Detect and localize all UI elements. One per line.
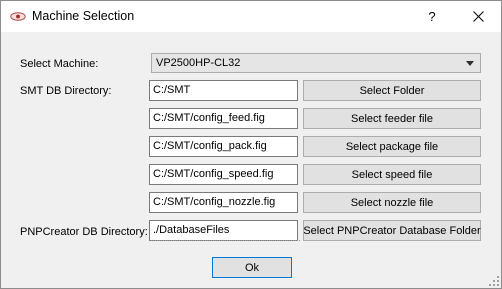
select-speed-file-button[interactable]: Select speed file xyxy=(303,164,481,185)
machine-selection-dialog: Machine Selection ? Select Machine: VP25… xyxy=(0,0,502,289)
feeder-file-field[interactable]: C:/SMT/config_feed.fig xyxy=(149,108,298,129)
pnpcreator-db-path: ./DatabaseFiles xyxy=(153,224,230,236)
pnpcreator-db-field[interactable]: ./DatabaseFiles xyxy=(149,220,298,241)
machine-select-value: VP2500HP-CL32 xyxy=(156,57,241,69)
select-folder-button[interactable]: Select Folder xyxy=(303,80,481,101)
smt-folder-field[interactable]: C:/SMT xyxy=(149,80,298,101)
feeder-file-path: C:/SMT/config_feed.fig xyxy=(153,112,265,124)
nozzle-file-path: C:/SMT/config_nozzle.fig xyxy=(153,196,276,208)
select-feeder-file-button[interactable]: Select feeder file xyxy=(303,108,481,129)
package-file-path: C:/SMT/config_pack.fig xyxy=(153,140,267,152)
smt-folder-path: C:/SMT xyxy=(153,84,191,96)
select-package-file-button[interactable]: Select package file xyxy=(303,136,481,157)
window-title: Machine Selection xyxy=(32,9,135,23)
chevron-down-icon xyxy=(466,61,474,66)
select-machine-label: Select Machine: xyxy=(20,58,99,70)
close-button[interactable] xyxy=(455,1,501,32)
resize-grip-icon[interactable] xyxy=(489,276,499,286)
eye-logo-icon xyxy=(10,12,26,21)
speed-file-field[interactable]: C:/SMT/config_speed.fig xyxy=(149,164,298,185)
select-nozzle-file-button[interactable]: Select nozzle file xyxy=(303,192,481,213)
ok-button[interactable]: Ok xyxy=(212,257,292,278)
select-pnpcreator-folder-button[interactable]: Select PNPCreator Database Folder xyxy=(303,220,481,241)
help-button[interactable]: ? xyxy=(409,1,455,32)
smt-db-directory-label: SMT DB Directory: xyxy=(20,85,112,97)
machine-select[interactable]: VP2500HP-CL32 xyxy=(151,53,481,73)
nozzle-file-field[interactable]: C:/SMT/config_nozzle.fig xyxy=(149,192,298,213)
close-icon xyxy=(472,11,484,22)
speed-file-path: C:/SMT/config_speed.fig xyxy=(153,168,274,180)
title-bar[interactable]: Machine Selection ? xyxy=(1,1,501,32)
pnpcreator-db-directory-label: PNPCreator DB Directory: xyxy=(20,226,148,238)
focus-indicator xyxy=(151,240,300,241)
package-file-field[interactable]: C:/SMT/config_pack.fig xyxy=(149,136,298,157)
